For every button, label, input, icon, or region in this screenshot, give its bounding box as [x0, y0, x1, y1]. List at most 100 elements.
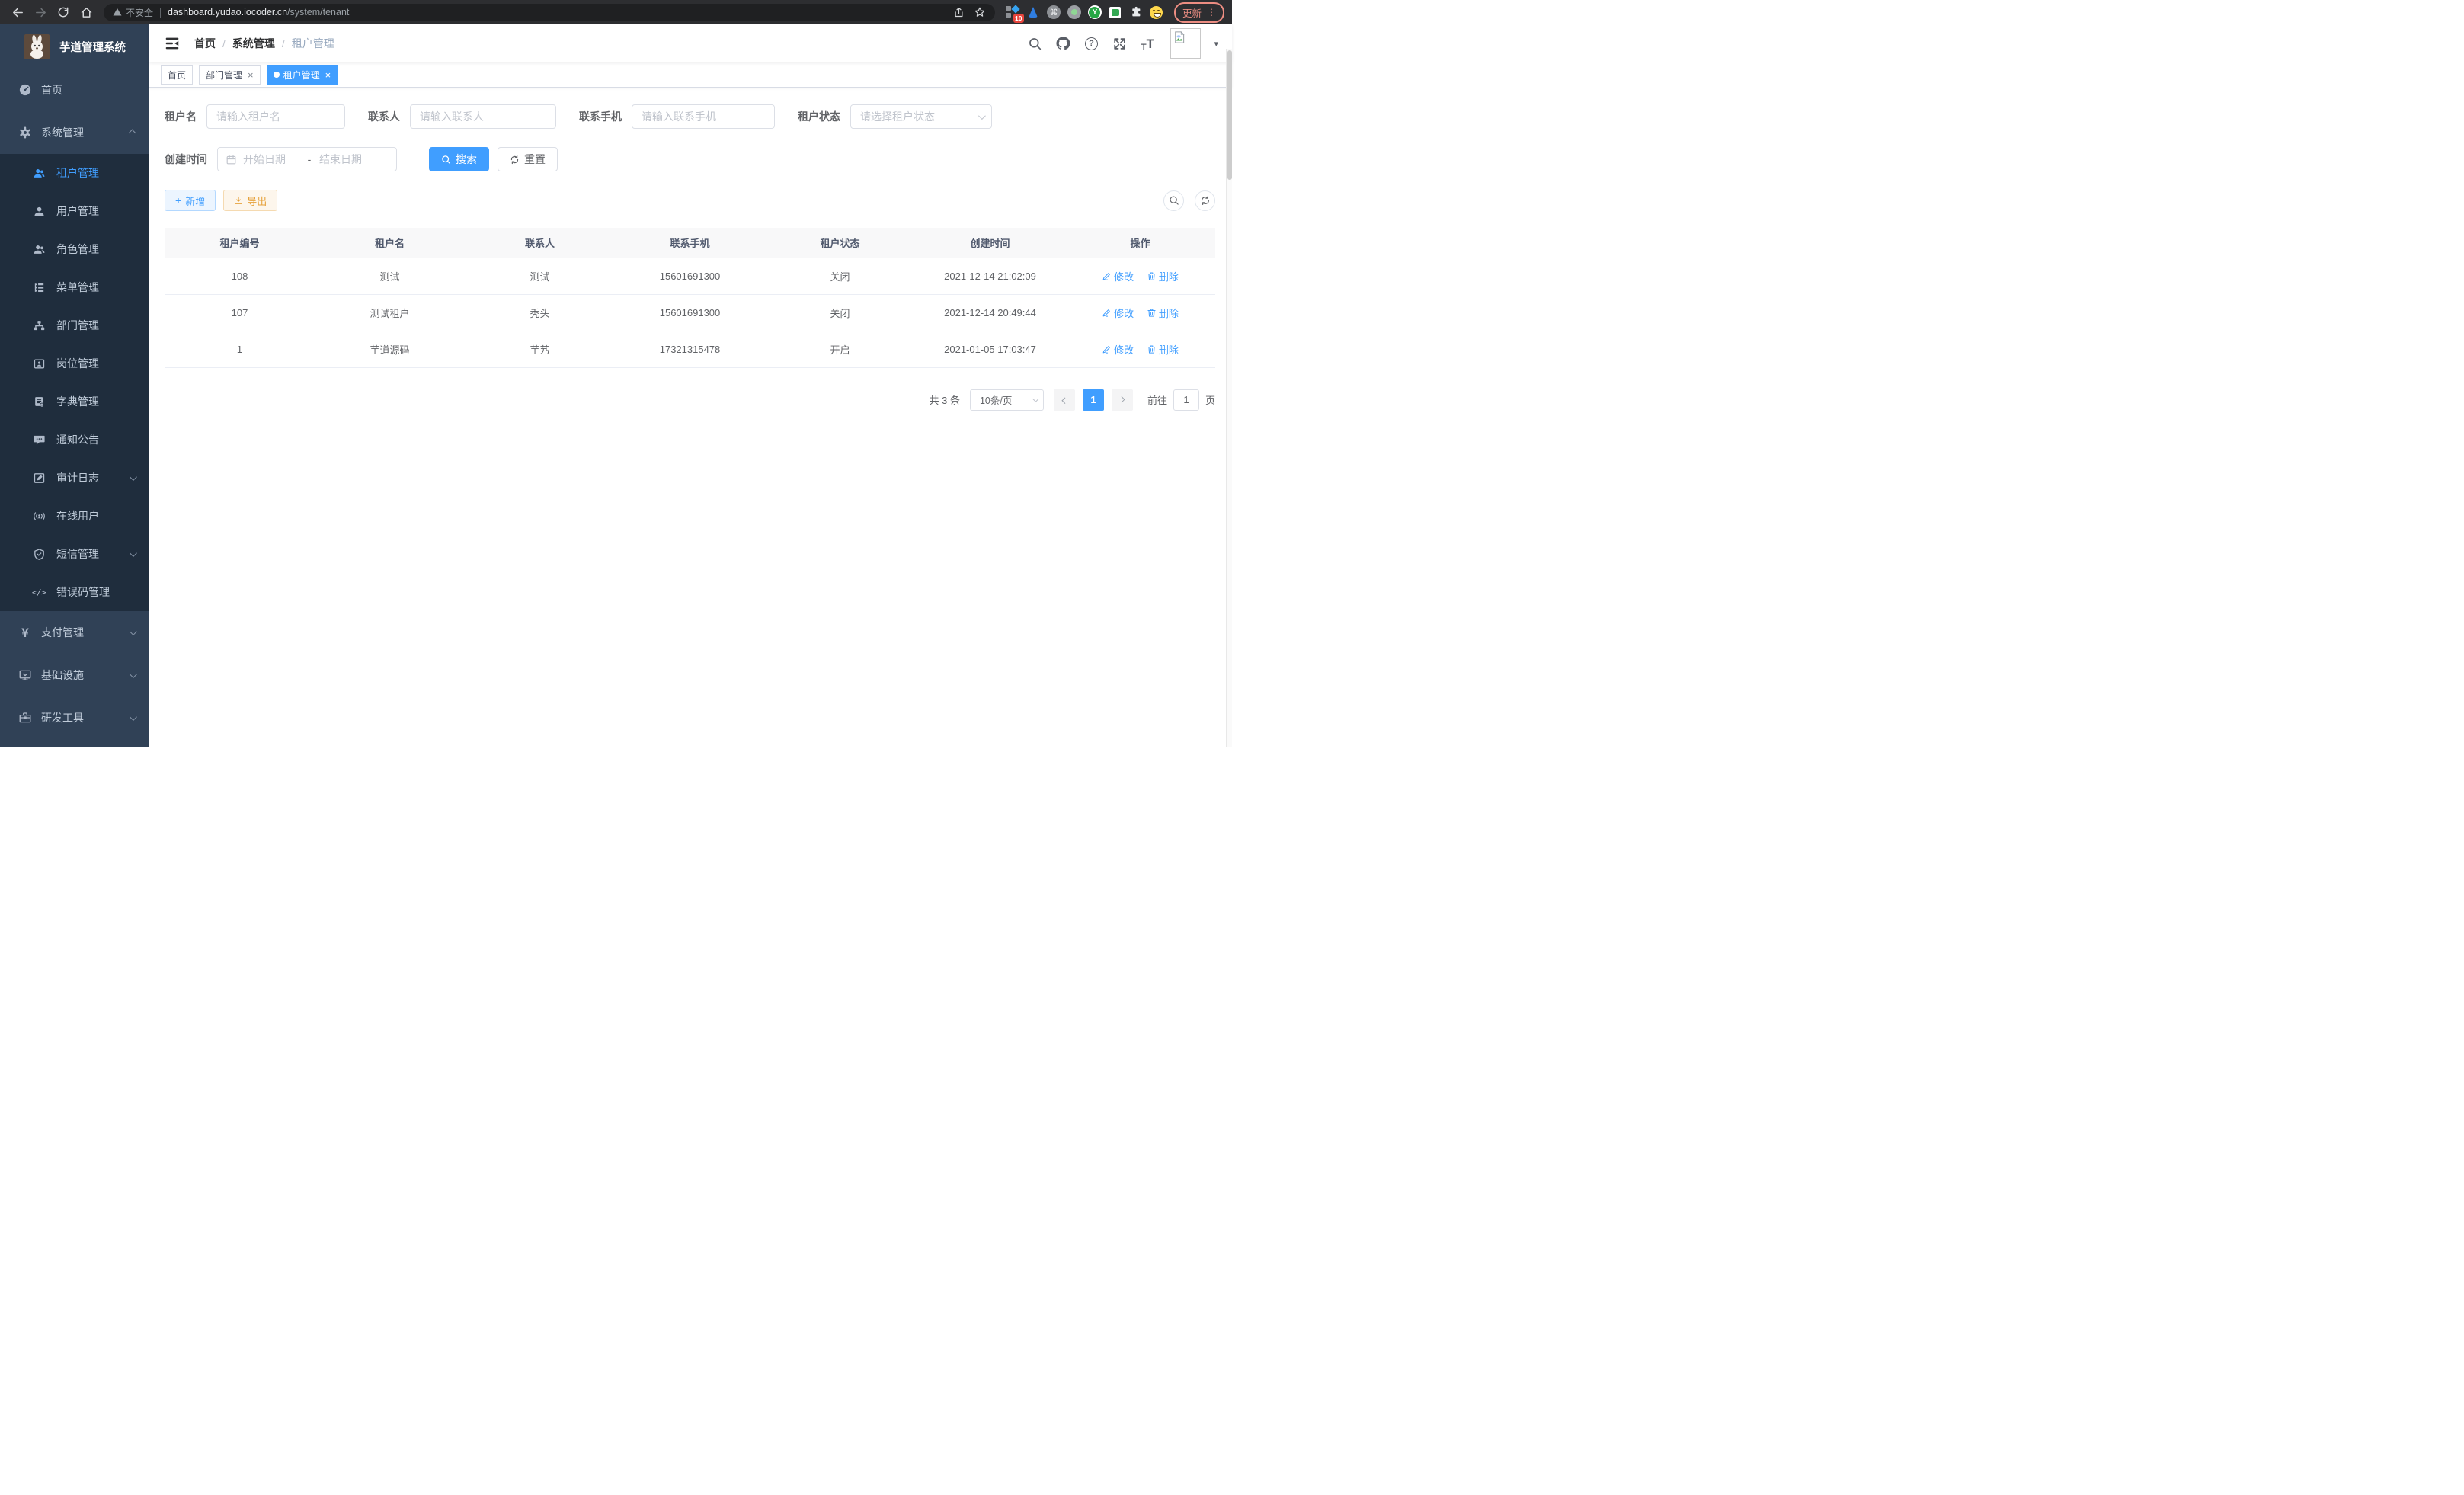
chevron-down-icon	[1032, 395, 1038, 402]
url-bar[interactable]: 不安全 dashboard.yudao.iocoder.cn/system/te…	[104, 4, 995, 21]
sidebar-item-tenant[interactable]: 租户管理	[0, 154, 149, 192]
tenant-name-input[interactable]	[206, 104, 345, 129]
extension-puzzle-icon[interactable]	[1129, 5, 1143, 19]
browser-back-icon[interactable]	[8, 2, 27, 22]
sidebar-item-post[interactable]: 岗位管理	[0, 344, 149, 383]
extension-emoji-icon[interactable]	[1150, 5, 1163, 19]
share-icon[interactable]	[953, 7, 965, 18]
delete-button[interactable]: 删除	[1147, 342, 1179, 357]
close-icon[interactable]: ×	[248, 70, 254, 80]
goto-page-input[interactable]	[1173, 389, 1199, 411]
url-separator	[160, 8, 161, 18]
online-user-icon	[31, 510, 46, 523]
table-row: 108 测试 测试 15601691300 关闭 2021-12-14 21:0…	[165, 258, 1215, 294]
contact-input[interactable]	[410, 104, 556, 129]
not-secure-badge[interactable]: 不安全	[113, 6, 153, 19]
url-host: dashboard.yudao.iocoder.cn	[168, 7, 287, 18]
tab-home[interactable]: 首页	[161, 65, 193, 85]
sidebar-item-infra[interactable]: 基础设施	[0, 654, 149, 696]
sidebar-item-role[interactable]: 角色管理	[0, 230, 149, 268]
trash-icon	[1147, 271, 1157, 281]
edit-button[interactable]: 修改	[1102, 306, 1134, 320]
chevron-down-icon	[978, 112, 986, 120]
delete-button[interactable]: 删除	[1147, 306, 1179, 320]
download-icon	[234, 196, 243, 205]
prev-page-button[interactable]	[1054, 389, 1075, 411]
fullscreen-icon[interactable]	[1111, 35, 1128, 52]
edit-pencil-icon	[1102, 344, 1112, 354]
chevron-left-icon	[1061, 397, 1067, 403]
browser-home-icon[interactable]	[76, 2, 96, 22]
font-size-icon[interactable]: TT	[1139, 35, 1156, 52]
status-select[interactable]: 请选择租户状态	[850, 104, 992, 129]
sidebar-item-system[interactable]: 系统管理	[0, 111, 149, 154]
github-icon[interactable]	[1054, 35, 1071, 52]
system-submenu: 租户管理 用户管理 角色管理	[0, 154, 149, 611]
sidebar-item-audit-log[interactable]: 审计日志	[0, 459, 149, 497]
page-size-select[interactable]: 10条/页	[970, 389, 1044, 411]
browser-forward-icon[interactable]	[30, 2, 50, 22]
sidebar-item-notice[interactable]: 通知公告	[0, 421, 149, 459]
sidebar-item-user[interactable]: 用户管理	[0, 192, 149, 230]
tab-dept[interactable]: 部门管理 ×	[199, 65, 261, 85]
window-scrollbar[interactable]	[1226, 49, 1232, 748]
sidebar-item-dict[interactable]: 字典管理	[0, 383, 149, 421]
extension-y-icon[interactable]: Y	[1088, 5, 1102, 19]
sidebar-item-error-code[interactable]: </> 错误码管理	[0, 573, 149, 611]
delete-button[interactable]: 删除	[1147, 269, 1179, 283]
sidebar-item-pay[interactable]: ¥ 支付管理	[0, 611, 149, 654]
extension-grid-icon[interactable]: 10	[1006, 5, 1019, 19]
extension-command-icon[interactable]: ⌘	[1047, 5, 1061, 19]
breadcrumb-system[interactable]: 系统管理	[232, 36, 275, 51]
table-header-row: 租户编号 租户名 联系人 联系手机 租户状态 创建时间 操作	[165, 228, 1215, 258]
chevron-down-icon	[130, 671, 137, 678]
browser-menu-icon[interactable]: ⋮	[1207, 7, 1216, 18]
sidebar-item-devtools[interactable]: 研发工具	[0, 696, 149, 739]
tab-tenant[interactable]: 租户管理 ×	[267, 65, 338, 85]
export-button[interactable]: 导出	[223, 190, 277, 211]
sidebar-item-menu[interactable]: 菜单管理	[0, 268, 149, 306]
browser-update-button[interactable]: 更新 ⋮	[1174, 2, 1224, 23]
chevron-up-icon	[129, 129, 136, 136]
extension-icons: 10 ⌘ Y	[1006, 5, 1163, 19]
close-icon[interactable]: ×	[325, 70, 331, 80]
avatar-caret-icon[interactable]: ▾	[1214, 39, 1218, 49]
search-button[interactable]: 搜索	[429, 147, 489, 171]
sidebar-item-dept[interactable]: 部门管理	[0, 306, 149, 344]
browser-reload-icon[interactable]	[53, 2, 73, 22]
active-dot	[274, 72, 280, 78]
mobile-input[interactable]	[632, 104, 775, 129]
edit-button[interactable]: 修改	[1102, 342, 1134, 357]
pagination-total: 共 3 条	[930, 392, 960, 407]
bookmark-star-icon[interactable]	[974, 6, 986, 18]
refresh-icon	[510, 155, 520, 165]
col-tenant-id: 租户编号	[165, 228, 315, 258]
breadcrumb-home[interactable]: 首页	[194, 36, 216, 51]
app-logo-row[interactable]: 芋道管理系统	[0, 24, 149, 69]
sidebar-item-online-user[interactable]: 在线用户	[0, 497, 149, 535]
breadcrumb-current: 租户管理	[292, 36, 334, 51]
sidebar-collapse-icon[interactable]	[164, 35, 181, 52]
toggle-search-button[interactable]	[1163, 190, 1184, 211]
avatar[interactable]	[1170, 28, 1201, 59]
edit-button[interactable]: 修改	[1102, 269, 1134, 283]
extension-chat-icon[interactable]	[1109, 5, 1122, 19]
extension-record-icon[interactable]	[1067, 5, 1081, 19]
scrollbar-thumb[interactable]	[1227, 50, 1232, 180]
refresh-table-button[interactable]	[1195, 190, 1215, 211]
add-button[interactable]: + 新增	[165, 190, 216, 211]
status-text: 关闭	[765, 258, 915, 294]
breadcrumb: 首页 / 系统管理 / 租户管理	[194, 36, 334, 51]
page-number-button[interactable]: 1	[1083, 389, 1104, 411]
col-mobile: 联系手机	[615, 228, 765, 258]
next-page-button[interactable]	[1112, 389, 1133, 411]
help-icon[interactable]: ?	[1083, 35, 1099, 52]
sidebar-item-sms[interactable]: 短信管理	[0, 535, 149, 573]
extension-kite-icon[interactable]	[1026, 5, 1040, 19]
sidebar-item-home[interactable]: 首页	[0, 69, 149, 111]
reset-button[interactable]: 重置	[498, 147, 558, 171]
date-range-picker[interactable]: 开始日期 - 结束日期	[217, 147, 397, 171]
table-row: 107 测试租户 秃头 15601691300 关闭 2021-12-14 20…	[165, 294, 1215, 331]
navbar-tools: ? TT ▾	[1026, 28, 1218, 59]
header-search-icon[interactable]	[1026, 35, 1043, 52]
